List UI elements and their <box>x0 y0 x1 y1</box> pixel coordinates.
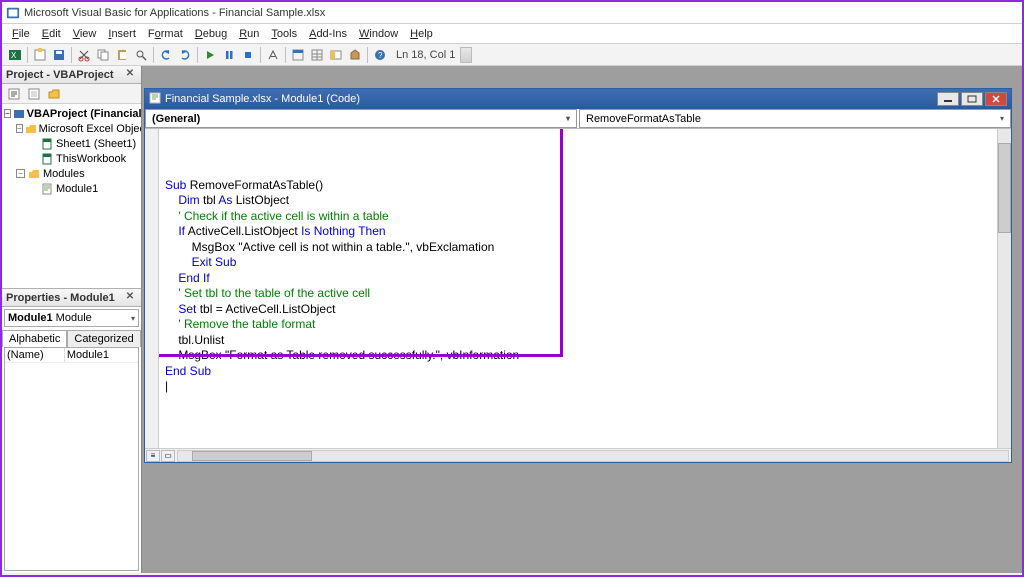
code-window-titlebar[interactable]: Financial Sample.xlsx - Module1 (Code) <box>145 89 1011 109</box>
tree-vbaproject[interactable]: −VBAProject (Financial Sample.xlsx) <box>4 106 139 121</box>
properties-window-button[interactable] <box>308 46 326 64</box>
tab-alphabetic[interactable]: Alphabetic <box>2 330 67 347</box>
svg-text:X: X <box>11 51 17 60</box>
minimize-button[interactable] <box>937 92 959 106</box>
menu-window[interactable]: Window <box>353 26 404 42</box>
horizontal-scrollbar[interactable] <box>177 450 1009 462</box>
project-panel-close[interactable]: ✕ <box>123 68 137 82</box>
properties-panel-header: Properties - Module1 ✕ <box>2 289 141 307</box>
object-browser-button[interactable] <box>327 46 345 64</box>
svg-text:?: ? <box>378 51 383 60</box>
reset-button[interactable] <box>239 46 257 64</box>
toolbar-separator <box>367 47 368 63</box>
project-panel-toolbar <box>2 84 141 104</box>
menu-addins[interactable]: Add-Ins <box>303 26 353 42</box>
properties-tabs: Alphabetic Categorized <box>2 329 141 347</box>
project-panel-header: Project - VBAProject ✕ <box>2 66 141 84</box>
property-row[interactable]: (Name) Module1 <box>5 348 138 363</box>
toolbar-separator <box>27 47 28 63</box>
close-button[interactable] <box>985 92 1007 106</box>
view-excel-button[interactable]: X <box>6 46 24 64</box>
toolbar-separator <box>197 47 198 63</box>
code-editor[interactable]: Sub RemoveFormatAsTable() Dim tbl As Lis… <box>159 129 997 448</box>
tree-excel-objects[interactable]: −Microsoft Excel Objects <box>4 121 139 136</box>
view-code-button[interactable] <box>5 85 23 103</box>
standard-toolbar: X ? Ln 18, Col 1 <box>2 44 1022 66</box>
toolbar-separator <box>153 47 154 63</box>
code-window: Financial Sample.xlsx - Module1 (Code) (… <box>144 88 1012 463</box>
properties-grid[interactable]: (Name) Module1 <box>4 347 139 571</box>
margin-indicator-bar[interactable] <box>145 129 159 448</box>
view-object-button[interactable] <box>25 85 43 103</box>
project-explorer-button[interactable] <box>289 46 307 64</box>
paste-button[interactable] <box>113 46 131 64</box>
maximize-button[interactable] <box>961 92 983 106</box>
app-titlebar: Microsoft Visual Basic for Applications … <box>2 2 1022 24</box>
save-button[interactable] <box>50 46 68 64</box>
insert-button[interactable] <box>31 46 49 64</box>
undo-button[interactable] <box>157 46 175 64</box>
toggle-folders-button[interactable] <box>45 85 63 103</box>
menu-help[interactable]: Help <box>404 26 439 42</box>
mdi-client-area: Financial Sample.xlsx - Module1 (Code) (… <box>142 66 1022 573</box>
toolbar-separator <box>71 47 72 63</box>
menubar: File Edit View Insert Format Debug Run T… <box>2 24 1022 44</box>
app-title: Microsoft Visual Basic for Applications … <box>24 7 325 19</box>
break-button[interactable] <box>220 46 238 64</box>
menu-tools[interactable]: Tools <box>265 26 303 42</box>
tree-sheet1[interactable]: Sheet1 (Sheet1) <box>4 136 139 151</box>
run-button[interactable] <box>201 46 219 64</box>
project-panel-title: Project - VBAProject <box>6 69 114 81</box>
procedure-view-button[interactable]: ≡ <box>146 450 160 462</box>
property-name: (Name) <box>5 348 65 362</box>
menu-file[interactable]: File <box>6 26 36 42</box>
toolbox-button[interactable] <box>346 46 364 64</box>
redo-button[interactable] <box>176 46 194 64</box>
copy-button[interactable] <box>94 46 112 64</box>
object-combo[interactable]: (General)▾ <box>145 109 577 128</box>
tree-thisworkbook[interactable]: ThisWorkbook <box>4 151 139 166</box>
vertical-scrollbar[interactable] <box>997 129 1011 448</box>
tab-categorized[interactable]: Categorized <box>67 330 140 347</box>
properties-object-combo[interactable]: Module1 Module▾ <box>4 309 139 327</box>
menu-format[interactable]: Format <box>142 26 189 42</box>
properties-panel-close[interactable]: ✕ <box>123 291 137 305</box>
vba-app-icon <box>6 6 20 20</box>
menu-debug[interactable]: Debug <box>189 26 233 42</box>
property-value[interactable]: Module1 <box>65 348 138 362</box>
tree-modules-folder[interactable]: −Modules <box>4 166 139 181</box>
cut-button[interactable] <box>75 46 93 64</box>
code-window-title: Financial Sample.xlsx - Module1 (Code) <box>165 93 360 105</box>
tree-module1[interactable]: Module1 <box>4 181 139 196</box>
menu-edit[interactable]: Edit <box>36 26 67 42</box>
cursor-position: Ln 18, Col 1 <box>396 49 455 61</box>
design-mode-button[interactable] <box>264 46 282 64</box>
project-tree[interactable]: −VBAProject (Financial Sample.xlsx) −Mic… <box>2 104 141 289</box>
procedure-combo[interactable]: RemoveFormatAsTable▾ <box>579 109 1011 128</box>
module-icon <box>149 92 161 107</box>
properties-panel-title: Properties - Module1 <box>6 292 115 304</box>
menu-insert[interactable]: Insert <box>102 26 142 42</box>
toolbar-separator <box>260 47 261 63</box>
help-button[interactable]: ? <box>371 46 389 64</box>
menu-view[interactable]: View <box>67 26 103 42</box>
toolbar-separator <box>285 47 286 63</box>
menu-run[interactable]: Run <box>233 26 265 42</box>
full-module-view-button[interactable]: ▭ <box>161 450 175 462</box>
toolbar-grip <box>460 47 472 63</box>
find-button[interactable] <box>132 46 150 64</box>
